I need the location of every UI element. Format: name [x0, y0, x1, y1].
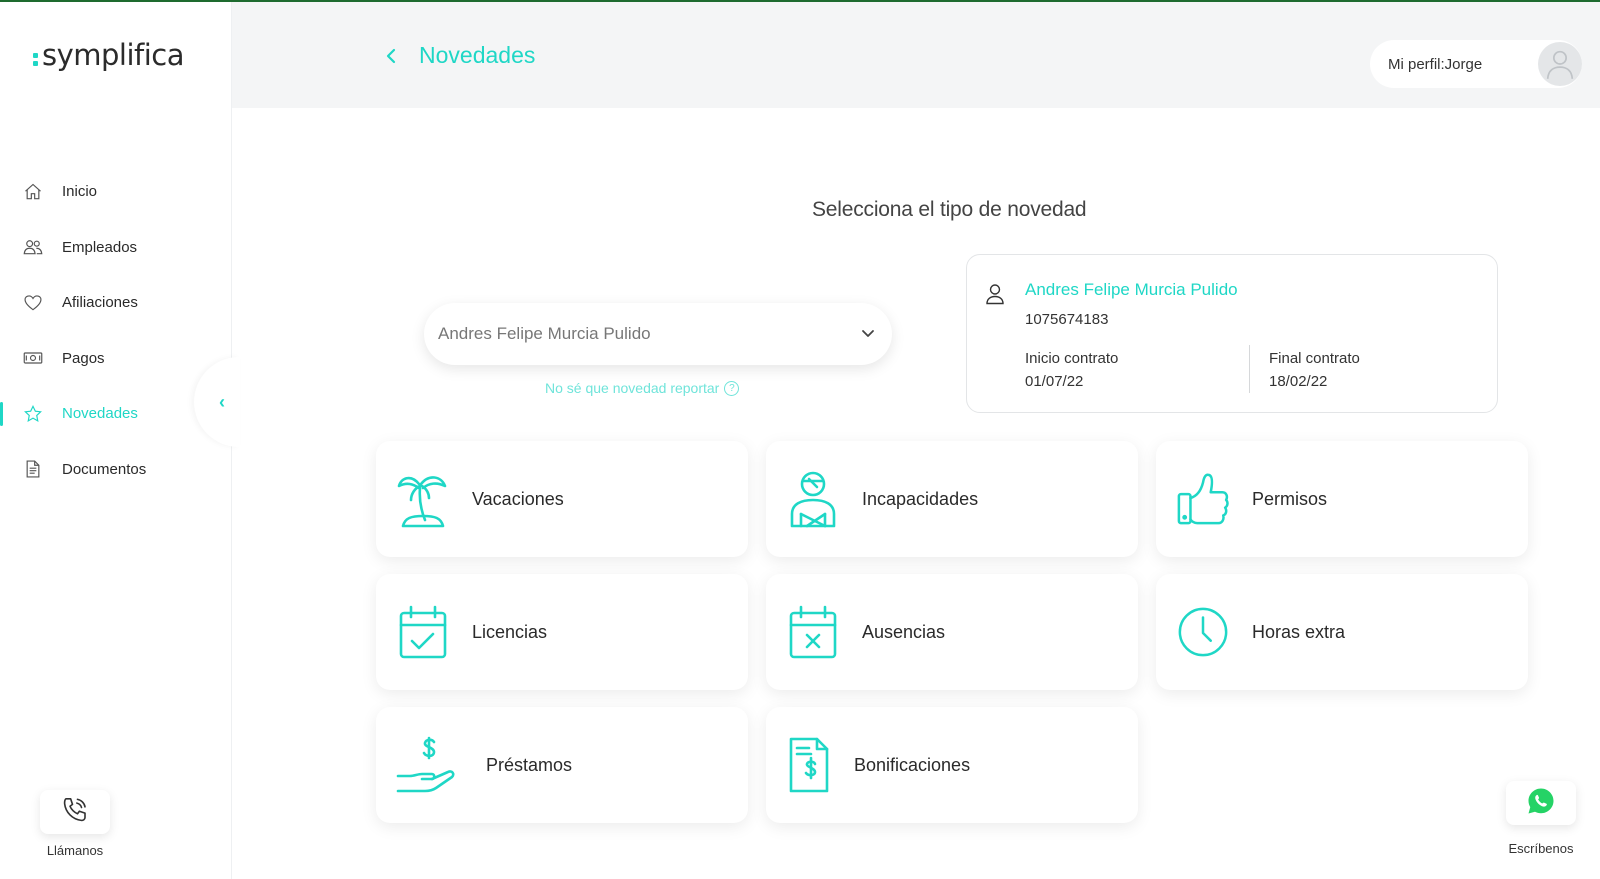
page-title: Novedades	[419, 42, 536, 68]
sidebar-nav: Inicio Empleados Afiliaciones Pagos Nove…	[0, 164, 232, 497]
call-label: Llámanos	[46, 843, 104, 858]
section-subtitle: Selecciona el tipo de novedad	[812, 198, 1087, 221]
contract-start-value: 01/07/22	[1025, 373, 1084, 390]
sidebar-item-label: Novedades	[62, 405, 138, 423]
help-link[interactable]: No sé que novedad reportar ?	[545, 380, 740, 396]
chevron-down-icon	[860, 325, 876, 346]
type-card-label: Ausencias	[862, 622, 946, 642]
profile-label: Mi perfil:Jorge	[1388, 55, 1483, 73]
sidebar-item-documentos[interactable]: Documentos	[0, 442, 232, 498]
whatsapp-icon	[1526, 786, 1556, 821]
sidebar-item-afiliaciones[interactable]: Afiliaciones	[0, 275, 232, 331]
type-card-label: Licencias	[472, 622, 548, 642]
sidebar-item-label: Afiliaciones	[62, 294, 138, 312]
divider	[1249, 345, 1250, 393]
sidebar-item-label: Pagos	[62, 349, 105, 367]
phone-icon	[60, 795, 90, 830]
employee-name: Andres Felipe Murcia Pulido	[1025, 280, 1238, 299]
contract-end-value: 18/02/22	[1269, 373, 1328, 390]
employee-select[interactable]: Andres Felipe Murcia Pulido	[424, 303, 892, 365]
logo[interactable]: symplifica	[33, 38, 185, 72]
injured-person-icon	[786, 469, 840, 529]
type-card-label: Préstamos	[486, 755, 573, 775]
palm-tree-icon	[396, 469, 450, 529]
thumbs-up-icon	[1176, 469, 1230, 529]
user-silhouette-icon	[1546, 50, 1574, 79]
sidebar-item-label: Empleados	[62, 238, 138, 256]
type-card-licencias[interactable]: Licencias	[376, 574, 748, 690]
type-card-horas-extra[interactable]: Horas extra	[1156, 574, 1528, 690]
type-card-label: Incapacidades	[862, 489, 979, 509]
home-icon	[22, 181, 44, 203]
type-card-label: Bonificaciones	[854, 755, 971, 775]
contract-end: Final contrato 18/02/22	[1269, 347, 1360, 393]
question-icon: ?	[724, 380, 740, 396]
sidebar-item-label: Documentos	[62, 460, 147, 478]
header: Novedades Mi perfil:Jorge	[232, 2, 1600, 108]
help-link-label: No sé que novedad reportar	[545, 380, 720, 396]
clock-icon	[1176, 602, 1230, 662]
type-card-permisos[interactable]: Permisos	[1156, 441, 1528, 557]
star-icon	[22, 403, 44, 425]
logo-text: symplifica	[42, 38, 185, 72]
heart-icon	[22, 292, 44, 314]
calendar-x-icon	[786, 602, 840, 662]
contract-end-label: Final contrato	[1269, 350, 1360, 367]
type-card-label: Vacaciones	[472, 489, 564, 509]
type-card-bonificaciones[interactable]: Bonificaciones	[766, 707, 1138, 823]
whatsapp-button[interactable]	[1506, 781, 1576, 825]
type-card-label: Permisos	[1252, 489, 1328, 509]
contract-start-label: Inicio contrato	[1025, 350, 1119, 367]
sidebar-item-empleados[interactable]: Empleados	[0, 220, 232, 276]
employee-id: 1075674183	[1025, 311, 1109, 328]
sidebar-item-inicio[interactable]: Inicio	[0, 164, 232, 220]
calendar-check-icon	[396, 602, 450, 662]
document-icon	[22, 458, 44, 480]
employee-select-value: Andres Felipe Murcia Pulido	[438, 324, 651, 343]
person-icon	[985, 283, 1005, 310]
contract-start: Inicio contrato 01/07/22	[1025, 347, 1118, 393]
call-button[interactable]	[40, 790, 110, 834]
type-card-prestamos[interactable]: Préstamos	[376, 707, 748, 823]
sidebar-item-pagos[interactable]: Pagos	[0, 331, 232, 387]
bonus-document-icon	[786, 735, 832, 795]
chevron-left-icon	[386, 48, 396, 64]
avatar	[1538, 42, 1582, 86]
profile-button[interactable]: Mi perfil:Jorge	[1370, 40, 1582, 88]
loan-hand-icon	[396, 735, 460, 795]
type-card-label: Horas extra	[1252, 622, 1346, 642]
type-card-ausencias[interactable]: Ausencias	[766, 574, 1138, 690]
chevron-left-icon: ‹	[219, 391, 225, 412]
users-icon	[22, 236, 44, 258]
sidebar-item-label: Inicio	[62, 183, 98, 201]
type-card-incapacidades[interactable]: Incapacidades	[766, 441, 1138, 557]
whatsapp-label: Escríbenos	[1508, 841, 1574, 856]
cash-icon	[22, 347, 44, 369]
employee-card: Andres Felipe Murcia Pulido 1075674183 I…	[966, 254, 1498, 413]
logo-mark	[33, 52, 38, 66]
back-button[interactable]	[380, 42, 402, 70]
type-card-vacaciones[interactable]: Vacaciones	[376, 441, 748, 557]
sidebar: symplifica Inicio Empleados Afiliaciones…	[0, 2, 240, 879]
